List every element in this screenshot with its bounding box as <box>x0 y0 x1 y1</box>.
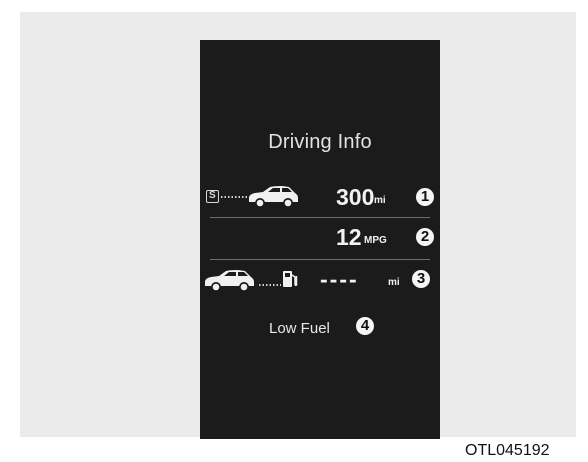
start-marker-label: S <box>209 190 216 201</box>
car-icon <box>249 186 298 208</box>
dotted-line-icon <box>259 284 281 286</box>
range-unit: mi <box>374 195 386 206</box>
range-value: 300 <box>336 184 375 210</box>
cluster-display: Driving Info S 300 mi 1 12 MPG 2 ---- mi… <box>200 40 440 439</box>
row-divider <box>210 217 430 218</box>
fuel-economy-row: 12 MPG 2 <box>200 220 440 254</box>
distance-to-fuel-value: ---- <box>320 266 359 292</box>
distance-to-fuel-row: ---- mi 3 <box>200 262 440 296</box>
callout-marker-2: 2 <box>416 228 434 246</box>
callout-marker-1: 1 <box>416 188 434 206</box>
fuel-pump-icon <box>283 271 298 287</box>
fuel-economy-unit: MPG <box>364 235 387 246</box>
car-icon <box>205 270 254 292</box>
start-marker-icon: S <box>206 190 219 203</box>
distance-to-fuel-unit: mi <box>388 277 400 288</box>
callout-marker-3: 3 <box>412 270 430 288</box>
fuel-economy-value: 12 <box>336 224 362 250</box>
dotted-line-icon <box>221 196 247 198</box>
figure-code: OTL045192 <box>465 442 550 459</box>
callout-marker-4: 4 <box>356 317 374 335</box>
range-row: S 300 mi 1 <box>200 180 440 214</box>
low-fuel-message: Low Fuel <box>269 320 330 337</box>
row-divider <box>210 259 430 260</box>
driving-info-title: Driving Info <box>268 131 372 153</box>
